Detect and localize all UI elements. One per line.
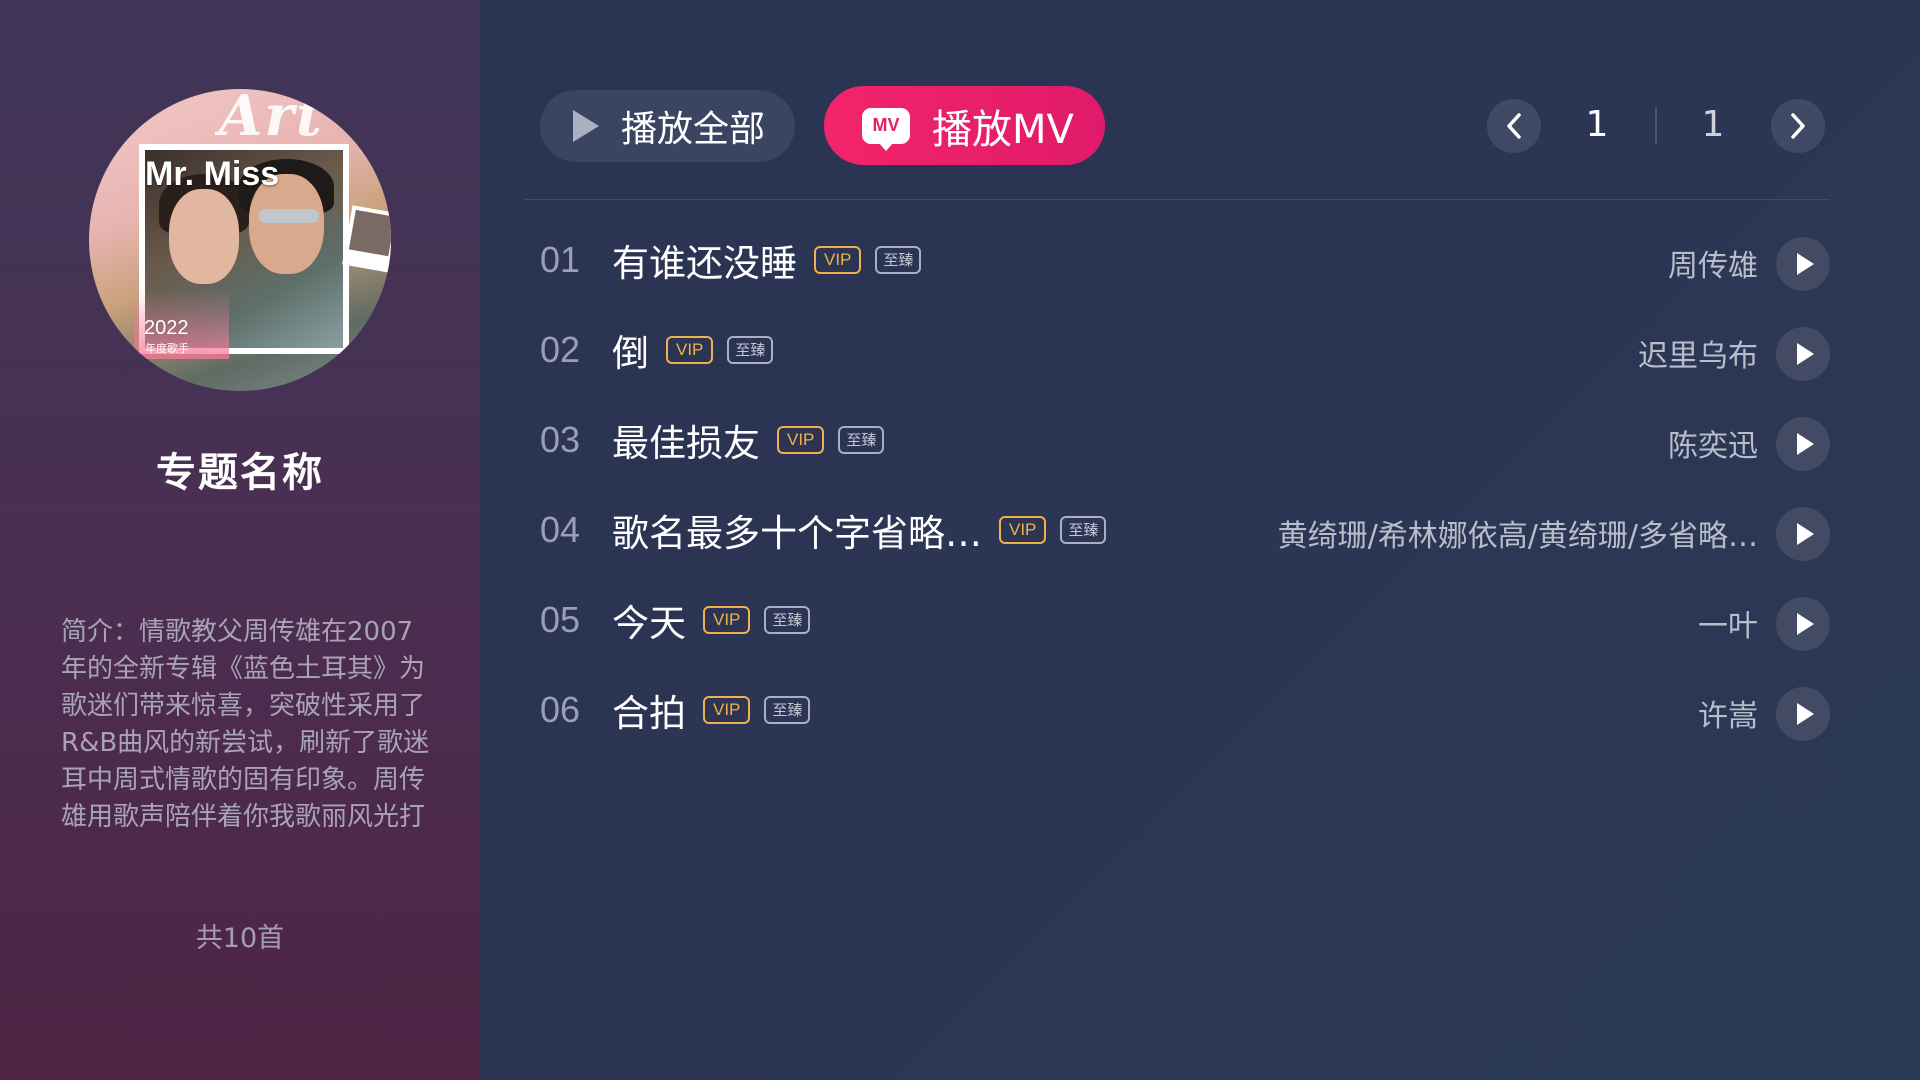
song-number: 06 — [540, 689, 581, 730]
song-row[interactable]: 04 歌名最多十个字省略… VIP 至臻 黄绮珊/希林娜依高/黄绮珊/多省略… — [524, 487, 1830, 577]
song-artist: 陈奕迅 — [1668, 429, 1758, 464]
album-cover: Art YOUR FAVORITE ARTIST Mr. Miss 2022 年… — [89, 89, 391, 391]
zhizhen-badge: 至臻 — [764, 606, 811, 634]
cover-year: 2022 — [144, 317, 189, 339]
cover-artist-name: Mr. Miss — [145, 155, 280, 193]
song-play-button[interactable] — [1776, 417, 1830, 471]
album-intro: 简介：情歌教父周传雄在2007年的全新专辑《蓝色土耳其》为歌迷们带来惊喜，突破性… — [61, 617, 430, 832]
song-play-button[interactable] — [1776, 687, 1830, 741]
zhizhen-badge: 至臻 — [875, 246, 922, 274]
zhizhen-badge: 至臻 — [764, 696, 811, 724]
song-row[interactable]: 03 最佳损友 VIP 至臻 陈奕迅 — [524, 397, 1830, 487]
song-artist: 黄绮珊/希林娜依高/黄绮珊/多省略… — [1277, 519, 1758, 554]
song-number: 02 — [540, 329, 581, 370]
play-all-label: 播放全部 — [621, 109, 766, 150]
vip-badge: VIP — [666, 336, 714, 364]
song-number: 01 — [540, 239, 581, 280]
zhizhen-badge: 至臻 — [727, 336, 774, 364]
cover-tagline: YOUR FAVORITE ARTIST — [147, 144, 230, 151]
cover-year-sub: 年度歌手 — [145, 342, 189, 355]
cover-face-1 — [169, 189, 239, 284]
play-icon — [1796, 613, 1814, 635]
play-mv-label: 播放MV — [932, 106, 1074, 153]
song-number: 04 — [540, 509, 581, 550]
page-total: 1 — [1701, 104, 1725, 145]
mv-icon: MV — [862, 107, 910, 151]
album-panel: Art YOUR FAVORITE ARTIST Mr. Miss 2022 年… — [0, 0, 480, 1080]
zhizhen-badge: 至臻 — [838, 426, 885, 454]
song-row[interactable]: 01 有谁还没睡 VIP 至臻 周传雄 — [524, 217, 1830, 307]
song-play-button[interactable] — [1776, 507, 1830, 561]
song-artist: 一叶 — [1698, 609, 1758, 644]
song-play-button[interactable] — [1776, 597, 1830, 651]
vip-badge: VIP — [999, 516, 1047, 544]
play-icon — [1796, 703, 1814, 725]
page-prev-button[interactable] — [1487, 99, 1541, 153]
vip-badge: VIP — [814, 246, 862, 274]
song-artist: 迟里乌布 — [1638, 339, 1758, 374]
play-icon — [1796, 523, 1814, 545]
play-mv-button[interactable]: MV 播放MV — [824, 86, 1105, 165]
song-title: 歌名最多十个字省略… — [612, 512, 982, 555]
song-title: 今天 — [612, 602, 686, 645]
play-all-button[interactable]: 播放全部 — [540, 90, 795, 162]
song-title: 合拍 — [612, 692, 686, 735]
page-separator — [1655, 108, 1657, 144]
vip-badge: VIP — [777, 426, 825, 454]
page-current: 1 — [1585, 104, 1609, 145]
song-row[interactable]: 02 倒 VIP 至臻 迟里乌布 — [524, 307, 1830, 397]
vip-badge: VIP — [703, 606, 751, 634]
song-title: 有谁还没睡 — [612, 242, 797, 285]
play-icon — [1796, 253, 1814, 275]
cover-glasses — [259, 209, 319, 223]
chevron-left-icon — [1507, 113, 1521, 139]
song-title: 倒 — [612, 332, 649, 375]
song-number: 03 — [540, 419, 581, 460]
song-artist: 周传雄 — [1668, 249, 1758, 284]
song-row[interactable]: 05 今天 VIP 至臻 一叶 — [524, 577, 1830, 667]
cover-polaroid — [342, 205, 391, 273]
topic-title: 专题名称 — [156, 450, 324, 496]
song-title: 最佳损友 — [612, 422, 760, 465]
song-row[interactable]: 06 合拍 VIP 至臻 许嵩 — [524, 667, 1830, 757]
song-number: 05 — [540, 599, 581, 640]
song-play-button[interactable] — [1776, 237, 1830, 291]
chevron-right-icon — [1791, 113, 1805, 139]
play-icon — [1796, 343, 1814, 365]
vip-badge: VIP — [703, 696, 751, 724]
song-count: 共10首 — [195, 923, 285, 954]
cover-art-word: Art — [219, 89, 324, 149]
song-artist: 许嵩 — [1698, 699, 1758, 734]
page-next-button[interactable] — [1771, 99, 1825, 153]
play-triangle-icon — [573, 110, 599, 142]
zhizhen-badge: 至臻 — [1060, 516, 1107, 544]
song-play-button[interactable] — [1776, 327, 1830, 381]
header-divider — [524, 199, 1830, 200]
play-icon — [1796, 433, 1814, 455]
